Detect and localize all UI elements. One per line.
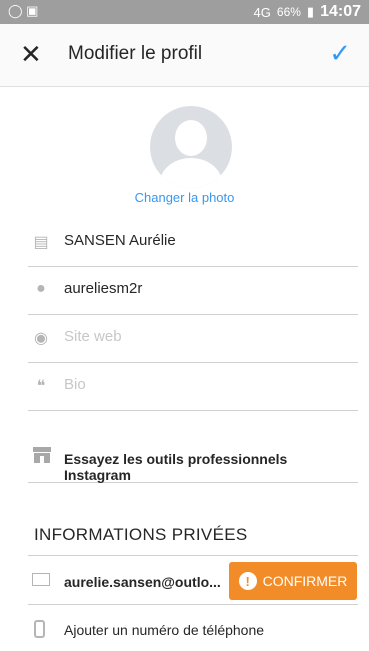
change-photo-link[interactable]: Changer la photo: [0, 190, 369, 205]
status-bar: ◯ ▣ 4G 66% ▮ 14:07: [0, 0, 369, 24]
divider: [28, 555, 358, 556]
status-right: 4G 66% ▮ 14:07: [254, 3, 361, 21]
avatar[interactable]: [150, 106, 232, 188]
website-field[interactable]: ◉ Site web: [28, 314, 358, 363]
avatar-body: [160, 158, 222, 188]
phone-icon: [34, 620, 45, 638]
username-field[interactable]: ● aureliesm2r: [28, 266, 358, 315]
globe-icon: ◉: [34, 330, 48, 347]
username-value: aureliesm2r: [64, 280, 143, 297]
avatar-head: [175, 120, 207, 156]
check-icon[interactable]: ✓: [329, 38, 351, 69]
clock: 14:07: [320, 3, 361, 20]
phone-field[interactable]: Ajouter un numéro de téléphone: [28, 614, 358, 648]
business-tools-label: Essayez les outils professionnels Instag…: [64, 451, 288, 483]
battery-icon: ▮: [306, 4, 315, 19]
name-field[interactable]: ▤ SANSEN Aurélie: [28, 218, 358, 267]
bio-placeholder: Bio: [64, 376, 86, 393]
alert-icon: !: [238, 572, 257, 590]
status-left-icons: ◯ ▣: [8, 3, 39, 18]
store-icon: [33, 447, 51, 463]
page-title: Modifier le profil: [68, 43, 203, 64]
quote-icon: ❝: [36, 378, 46, 395]
website-placeholder: Site web: [64, 328, 122, 345]
name-value: SANSEN Aurélie: [64, 232, 176, 249]
app-bar: ✕ Modifier le profil ✓: [0, 24, 369, 87]
battery-percent: 66%: [276, 5, 301, 19]
email-field[interactable]: aurelie.sansen@outlo... ! CONFIRMER: [28, 560, 358, 605]
close-icon[interactable]: ✕: [20, 39, 42, 70]
bio-field[interactable]: ❝ Bio: [28, 362, 358, 411]
email-value: aurelie.sansen@outlo...: [64, 574, 221, 590]
person-icon: ●: [36, 280, 46, 297]
confirm-label: CONFIRMER: [262, 573, 348, 589]
phone-placeholder: Ajouter un numéro de téléphone: [64, 622, 265, 638]
id-card-icon: ▤: [33, 234, 49, 251]
business-tools-row[interactable]: Essayez les outils professionnels Instag…: [28, 430, 358, 483]
confirm-button[interactable]: ! CONFIRMER: [229, 562, 357, 600]
private-info-title: INFORMATIONS PRIVÉES: [34, 525, 248, 544]
mail-icon: [32, 573, 50, 586]
network-indicator: 4G: [253, 4, 271, 20]
